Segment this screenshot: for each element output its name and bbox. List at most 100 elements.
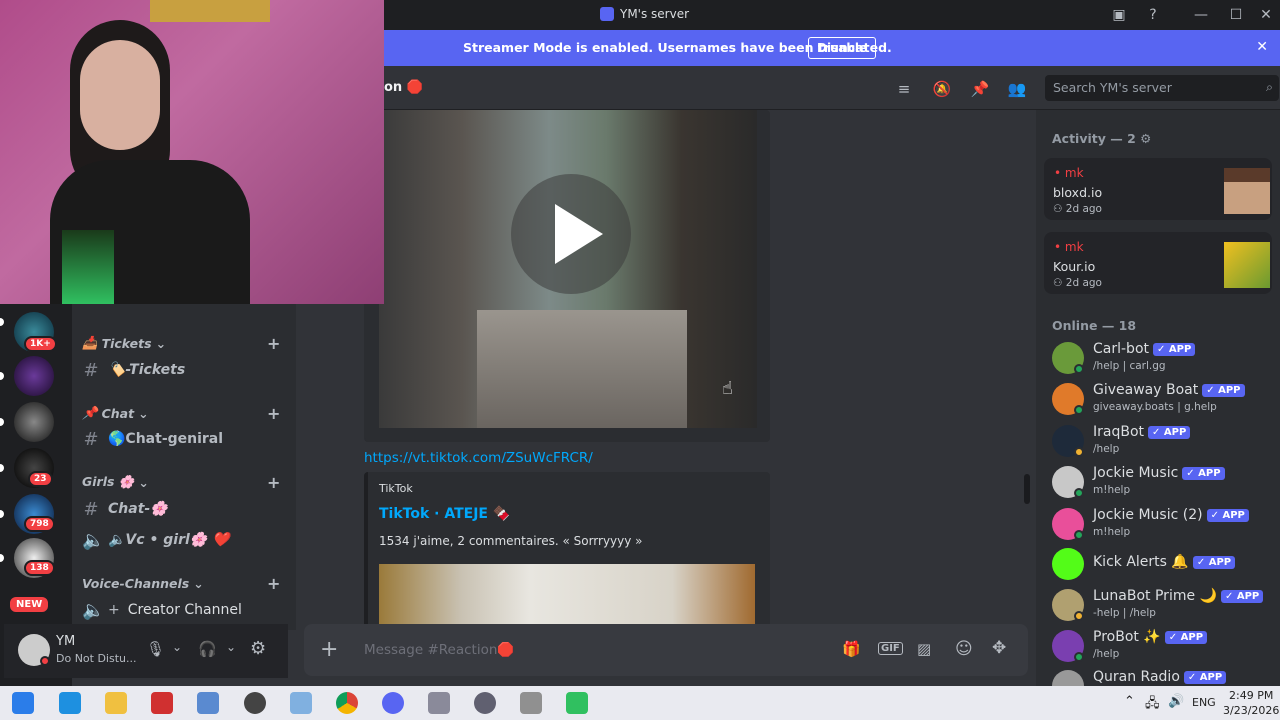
hash-icon: # (83, 498, 99, 520)
headphones-icon[interactable]: 🎧 (198, 640, 217, 658)
chrome-icon[interactable] (336, 692, 358, 714)
notification-bell-icon[interactable]: 🔕 (932, 79, 952, 99)
disable-streamer-button[interactable]: Disable (808, 37, 877, 59)
activity-game: bloxd.io (1053, 185, 1103, 200)
windows-start-icon[interactable] (12, 692, 34, 714)
close-window-button[interactable]: ✕ (1254, 4, 1278, 26)
category-chat[interactable]: 📌 Chat ⌄ + (82, 404, 280, 423)
language-indicator[interactable]: ENG (1192, 696, 1216, 709)
member-item[interactable]: Giveaway Boat ✓ APP giveaway.boats | g.he… (1052, 379, 1276, 419)
member-item[interactable]: Carl-bot ✓ APP /help | carl.gg (1052, 338, 1276, 378)
webcam-overlay (0, 0, 384, 304)
category-voice-channels[interactable]: Voice-Channels ⌄ + (82, 574, 280, 593)
embed-description: 1534 j'aime, 2 commentaires. « Sorrryyyy… (379, 534, 643, 548)
channel-chat-flower[interactable]: # Chat-🌸 (82, 495, 288, 523)
add-channel-icon[interactable]: + (267, 574, 280, 593)
category-tickets[interactable]: 📥 Tickets ⌄ + (82, 334, 280, 353)
member-item[interactable]: Jockie Music ✓ APP m!help (1052, 462, 1276, 502)
embed-image[interactable] (379, 564, 755, 624)
unread-pill (0, 318, 4, 326)
people-icon: ⚇ (1053, 203, 1063, 215)
inbox-icon: 📥 (82, 335, 98, 350)
tiktok-link[interactable]: https://vt.tiktok.com/ZSuWcFRCR/ (364, 450, 593, 466)
microphone-image (62, 230, 114, 304)
server-badge: 23 (28, 471, 53, 487)
member-item[interactable]: ProBot ✨ ✓ APP /help (1052, 626, 1276, 666)
app-icon[interactable] (428, 692, 450, 714)
clock-time[interactable]: 2:49 PM (1229, 689, 1273, 702)
voice-changer-icon[interactable] (151, 692, 173, 714)
app-icon[interactable] (290, 692, 312, 714)
close-banner-icon[interactable]: ✕ (1256, 39, 1268, 55)
minimize-button[interactable]: — (1189, 4, 1213, 26)
channel-creator[interactable]: 🔈 + Creator Channel (82, 596, 288, 624)
help-icon[interactable]: ? (1141, 4, 1165, 26)
member-item[interactable]: LunaBot Prime 🌙 ✓ APP -help | /help (1052, 585, 1276, 625)
member-item[interactable]: Kick Alerts 🔔 ✓ APP (1052, 544, 1276, 584)
gift-icon[interactable]: 🎁 (842, 640, 861, 658)
maximize-button[interactable]: ☐ (1224, 4, 1248, 26)
member-item[interactable]: IraqBot ✓ APP /help (1052, 421, 1276, 461)
chat-scrollbar[interactable] (1024, 474, 1030, 504)
add-channel-icon[interactable]: + (267, 404, 280, 423)
server-icon-2[interactable] (14, 356, 54, 396)
channel-vc-girl[interactable]: 🔈 🔈Vc • girl🌸 ❤️ (82, 526, 288, 554)
app-icon[interactable] (566, 692, 588, 714)
member-item[interactable]: Jockie Music (2) ✓ APP m!help (1052, 504, 1276, 544)
member-list-icon[interactable]: 👥 (1007, 79, 1027, 99)
inbox-icon[interactable]: ▣ (1107, 4, 1131, 26)
store-icon[interactable] (59, 692, 81, 714)
activity-header: Activity — 2 ⚙ (1052, 131, 1152, 146)
online-status-icon (1074, 364, 1084, 374)
unread-pill (0, 372, 4, 380)
window-title: YM's server (600, 7, 689, 21)
app-icon[interactable] (474, 692, 496, 714)
gear-icon[interactable]: ⚙ (1140, 131, 1151, 146)
gear-icon[interactable]: ⚙ (250, 638, 266, 659)
add-channel-icon[interactable]: + (267, 473, 280, 492)
obs-icon[interactable] (244, 692, 266, 714)
play-button[interactable] (511, 174, 631, 294)
video-thumbnail[interactable] (379, 110, 757, 428)
add-channel-icon[interactable]: + (267, 334, 280, 353)
member-list: Activity — 2 ⚙ • mk bloxd.io ⚇ 2d ago • … (1036, 110, 1280, 686)
category-girls[interactable]: Girls 🌸 ⌄ + (82, 473, 280, 492)
server-icon-3[interactable] (14, 402, 54, 442)
chevron-down-icon[interactable]: ⌄ (226, 640, 236, 654)
message-composer[interactable]: + Message #Reaction🛑 🎁 GIF ▨ ☺ ✥ (304, 624, 1028, 676)
picture-frame (150, 0, 270, 22)
activity-card[interactable]: • mk bloxd.io ⚇ 2d ago (1044, 158, 1272, 220)
apps-icon[interactable]: ✥ (992, 638, 1006, 658)
chevron-down-icon[interactable]: ⌄ (172, 640, 182, 654)
gif-icon[interactable]: GIF (878, 642, 903, 655)
channel-tickets[interactable]: # 🏷️-Tickets (82, 356, 288, 384)
hash-icon: # (83, 359, 99, 381)
sticker-icon[interactable]: ▨ (917, 640, 931, 658)
speaker-icon: 🔈 (82, 599, 105, 621)
emoji-icon[interactable]: ☺ (955, 639, 973, 659)
member-item[interactable]: Quran Radio ✓ APP (1052, 666, 1276, 686)
clock-date[interactable]: 3/23/2026 (1223, 704, 1279, 717)
microphone-icon[interactable]: 🎙 (146, 640, 165, 658)
volume-icon[interactable]: 🔊 (1168, 694, 1184, 709)
app-icon[interactable] (520, 692, 542, 714)
idle-status-icon (1074, 611, 1084, 621)
discord-icon[interactable] (382, 692, 404, 714)
app-icon[interactable] (197, 692, 219, 714)
threads-icon[interactable]: ≡ (894, 79, 914, 99)
chevron-down-icon: ⌄ (155, 335, 167, 351)
file-explorer-icon[interactable] (105, 692, 127, 714)
search-input[interactable]: Search YM's server ⌕ (1045, 75, 1279, 101)
embed-title[interactable]: TikTok · ATEJE 🍫 (379, 506, 510, 522)
channel-chat-geniral[interactable]: # 🌎Chat-geniral (82, 425, 288, 453)
tray-chevron-icon[interactable]: ⌃ (1124, 694, 1135, 709)
pin-icon[interactable]: 📌 (970, 79, 990, 99)
network-icon[interactable]: 🖧 (1145, 694, 1160, 716)
new-badge: NEW (8, 595, 51, 614)
message-input[interactable]: Message #Reaction🛑 (364, 642, 514, 658)
activity-card[interactable]: • mk Kour.io ⚇ 2d ago (1044, 232, 1272, 294)
attach-plus-icon[interactable]: + (320, 637, 338, 662)
unread-pill (0, 418, 4, 426)
online-status-icon (1074, 488, 1084, 498)
person-face (80, 40, 160, 150)
